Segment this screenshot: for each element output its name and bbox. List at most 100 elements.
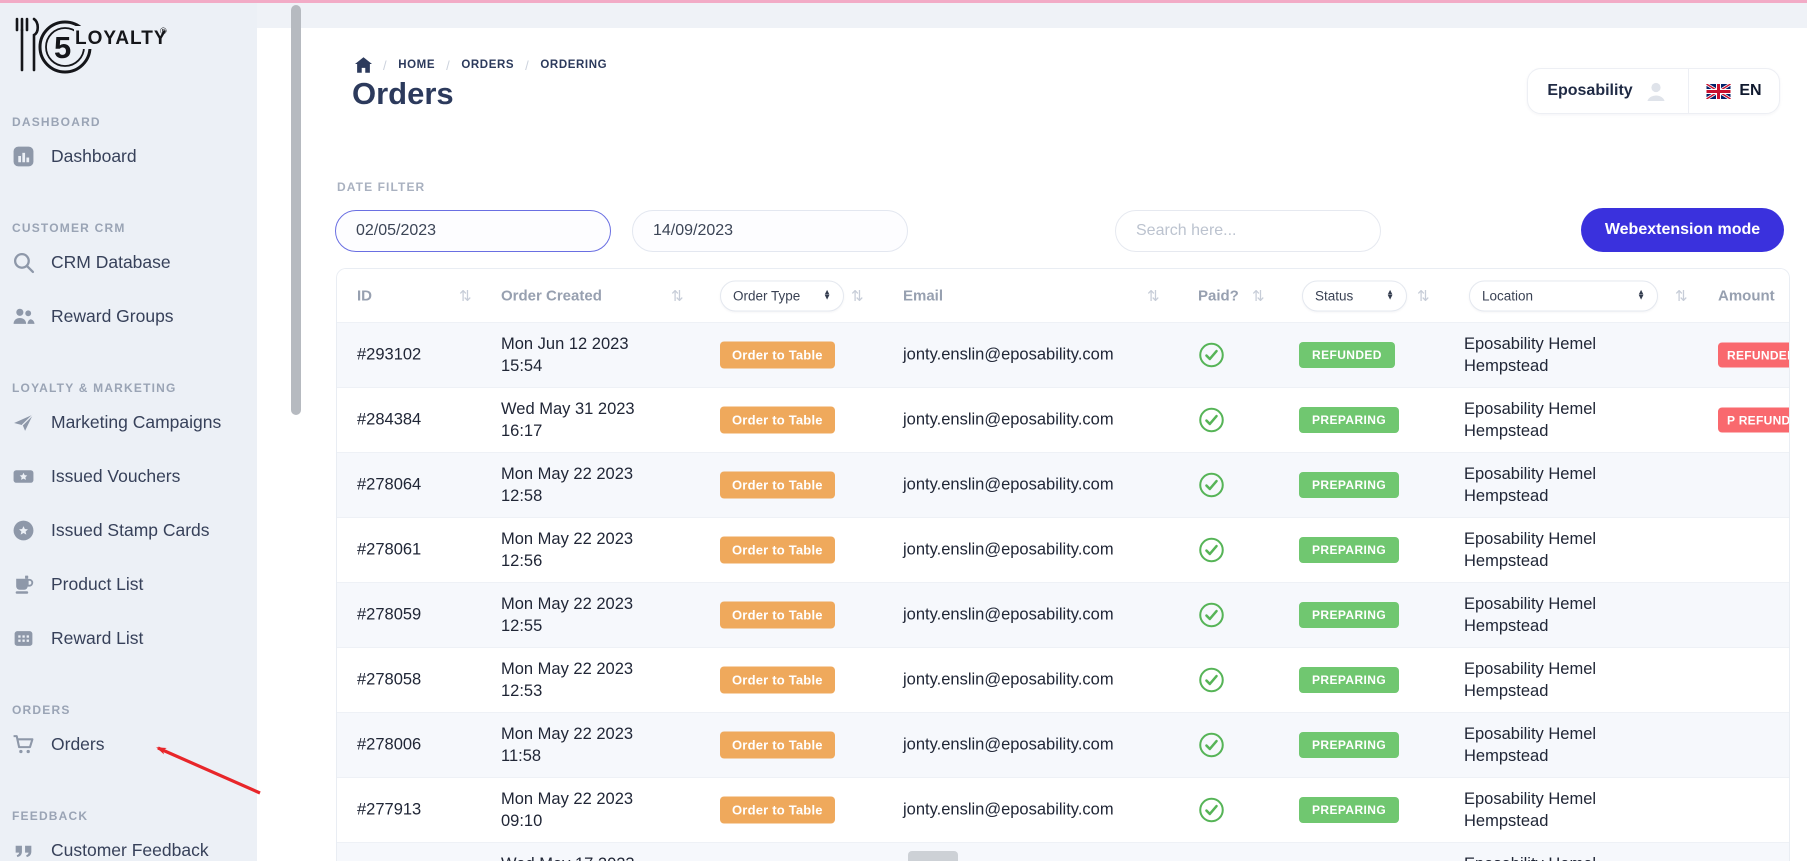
status-badge: PREPARING: [1299, 407, 1400, 433]
table-row[interactable]: #293102 Mon Jun 12 2023 15:54 Order to T…: [337, 323, 1789, 388]
language-code: EN: [1739, 82, 1762, 99]
sidebar-item-customer-feedback[interactable]: Customer Feedback: [12, 823, 257, 861]
order-location: Eposability Hemel Hempstead: [1464, 595, 1597, 635]
order-email: jonty.enslin@eposability.com: [903, 670, 1114, 689]
brand-logo[interactable]: 5 LOYALTY ®: [12, 13, 172, 77]
sidebar-item-issued-stamp-cards[interactable]: Issued Stamp Cards: [12, 503, 257, 557]
breadcrumb-separator: /: [525, 57, 530, 73]
top-accent-line: [0, 0, 1807, 3]
date-from-input[interactable]: [335, 210, 611, 252]
order-type-badge: [908, 851, 958, 861]
sort-email-icon[interactable]: ⇅: [1147, 287, 1160, 305]
breadcrumb-ordering[interactable]: ORDERING: [540, 59, 607, 71]
sidebar-item-label: Reward List: [51, 627, 144, 648]
cart-icon: [13, 734, 34, 753]
order-created-cell: Wed May 31 2023 16:17: [501, 398, 635, 442]
sort-order-type-icon[interactable]: ⇅: [851, 287, 864, 305]
table-row[interactable]: #278064 Mon May 22 2023 12:58 Order to T…: [337, 453, 1789, 518]
paid-check-icon: [1198, 667, 1225, 694]
order-date: Mon May 22 2023: [501, 595, 634, 613]
sidebar-item-label: Product List: [51, 573, 144, 594]
amount-refund-badge: P REFUNDED: [1718, 407, 1789, 433]
sort-paid-icon[interactable]: ⇅: [1252, 287, 1265, 305]
breadcrumb-home[interactable]: HOME: [398, 59, 435, 71]
order-date: Mon May 22 2023: [501, 465, 634, 483]
table-row[interactable]: #284384 Wed May 31 2023 16:17 Order to T…: [337, 388, 1789, 453]
webextension-mode-button[interactable]: Webextension mode: [1581, 208, 1784, 252]
status-badge: PREPARING: [1299, 732, 1400, 758]
home-icon[interactable]: [355, 57, 372, 73]
sidebar-item-reward-groups[interactable]: Reward Groups: [12, 289, 257, 343]
order-type-badge: Order to Table: [720, 731, 835, 759]
amount-refund-badge: REFUNDED: [1718, 342, 1789, 368]
sidebar-item-label: Orders: [51, 733, 105, 754]
stamp-star-icon: [13, 520, 34, 540]
order-date: Mon May 22 2023: [501, 530, 634, 548]
order-id: #278058: [357, 670, 422, 689]
location-filter-select[interactable]: Location ▲ ▼: [1469, 280, 1658, 311]
order-location: Eposability Hemel Hempstead: [1464, 465, 1597, 505]
order-created-cell: Mon Jun 12 2023 15:54: [501, 333, 629, 377]
order-email: jonty.enslin@eposability.com: [903, 735, 1114, 754]
sidebar-item-orders[interactable]: Orders: [12, 717, 257, 771]
table-row[interactable]: #278059 Mon May 22 2023 12:55 Order to T…: [337, 583, 1789, 648]
order-location: Eposability Hemel Hempstead: [1464, 853, 1644, 861]
search-input[interactable]: [1115, 210, 1381, 252]
logo-word: LOYALTY: [75, 28, 168, 49]
quote-icon: [15, 845, 32, 857]
sort-location-icon[interactable]: ⇅: [1675, 287, 1688, 305]
paid-check-icon: [1198, 732, 1225, 759]
sidebar-item-reward-list[interactable]: Reward List: [12, 611, 257, 665]
sidebar: 5 LOYALTY ® DASHBOARD Dashboard CUSTOMER…: [0, 3, 257, 861]
sidebar-item-crm-database[interactable]: CRM Database: [12, 235, 257, 289]
paid-check-icon: [1198, 797, 1225, 824]
select-arrows-icon: ▲ ▼: [823, 287, 831, 302]
order-location: Eposability Hemel Hempstead: [1464, 725, 1597, 765]
order-type-badge: Order to Table: [720, 536, 835, 564]
sidebar-section-loyalty-marketing: LOYALTY & MARKETING: [12, 381, 177, 395]
sort-status-icon[interactable]: ⇅: [1417, 287, 1430, 305]
sidebar-scrollbar-thumb[interactable]: [291, 5, 301, 415]
people-icon: [13, 308, 35, 324]
breadcrumb-orders[interactable]: ORDERS: [461, 59, 514, 71]
table-row[interactable]: #277913 Mon May 22 2023 09:10 Order to T…: [337, 778, 1789, 843]
sidebar-item-marketing-campaigns[interactable]: Marketing Campaigns: [12, 395, 257, 449]
status-filter-select[interactable]: Status ▲ ▼: [1302, 280, 1407, 311]
order-date: Mon May 22 2023: [501, 660, 634, 678]
user-language-pill: Eposability EN: [1527, 68, 1780, 114]
table-row[interactable]: Wed May 17 2023 Eposability Hemel Hempst…: [337, 843, 1789, 861]
sort-order-created-icon[interactable]: ⇅: [671, 287, 684, 305]
table-row[interactable]: #278061 Mon May 22 2023 12:56 Order to T…: [337, 518, 1789, 583]
sidebar-item-product-list[interactable]: Product List: [12, 557, 257, 611]
sidebar-section-feedback: FEEDBACK: [12, 809, 89, 823]
order-location: Eposability Hemel Hempstead: [1464, 400, 1597, 440]
order-created-cell: Mon May 22 2023 11:58: [501, 723, 633, 767]
order-date: Mon May 22 2023: [501, 790, 634, 808]
order-id: #278059: [357, 605, 422, 624]
sidebar-item-issued-vouchers[interactable]: Issued Vouchers: [12, 449, 257, 503]
order-time: 09:10: [501, 812, 543, 830]
table-row[interactable]: #278058 Mon May 22 2023 12:53 Order to T…: [337, 648, 1789, 713]
table-row[interactable]: #278006 Mon May 22 2023 11:58 Order to T…: [337, 713, 1789, 778]
order-date: Wed May 17 2023: [501, 853, 635, 861]
grid-icon: [14, 630, 33, 646]
order-type-filter-select[interactable]: Order Type ▲ ▼: [720, 280, 844, 311]
sort-id-icon[interactable]: ⇅: [459, 287, 472, 305]
user-menu[interactable]: Eposability: [1528, 69, 1688, 113]
paid-check-icon: [1198, 407, 1225, 434]
order-email: jonty.enslin@eposability.com: [903, 410, 1114, 429]
sidebar-item-dashboard[interactable]: Dashboard: [12, 129, 257, 183]
status-badge: PREPARING: [1299, 472, 1400, 498]
status-filter-label: Status: [1315, 288, 1354, 303]
cup-icon: [15, 575, 34, 594]
paid-check-icon: [1198, 537, 1225, 564]
user-name: Eposability: [1547, 82, 1633, 99]
breadcrumb-separator: /: [383, 57, 388, 73]
language-selector[interactable]: EN: [1689, 69, 1779, 113]
date-to-input[interactable]: [632, 210, 908, 252]
order-id: #278006: [357, 735, 422, 754]
status-badge: PREPARING: [1299, 602, 1400, 628]
order-type-badge: Order to Table: [720, 341, 835, 369]
order-created-cell: Mon May 22 2023 12:55: [501, 593, 633, 637]
top-strip: [257, 3, 1807, 28]
